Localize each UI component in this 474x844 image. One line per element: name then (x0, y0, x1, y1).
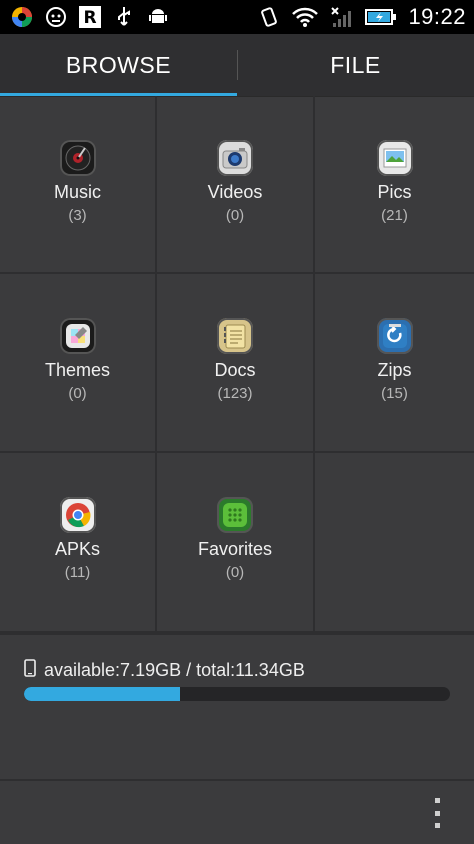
category-count: (0) (68, 385, 87, 402)
category-label: APKs (54, 539, 101, 559)
category-count: (15) (381, 385, 408, 402)
category-count: (21) (381, 207, 408, 224)
category-label: Zips (377, 360, 412, 380)
app-color-icon (9, 4, 35, 30)
camera-icon (217, 140, 253, 176)
chrome-icon (59, 497, 96, 533)
storage-progress-fill (24, 687, 180, 701)
category-pics[interactable]: Pics (21) (315, 96, 474, 274)
favorites-icon (217, 497, 253, 533)
category-label: Themes (44, 360, 111, 380)
storage-text: available:7.19GB / total:11.34GB (44, 660, 305, 680)
storage-info: available:7.19GB / total:11.34GB (24, 659, 305, 682)
zip-icon (376, 318, 413, 354)
category-grid: Music (3) Videos (0) Pics (21) Themes (0… (0, 96, 474, 633)
face-icon (43, 4, 69, 30)
category-label: Docs (214, 360, 256, 380)
category-count: (0) (225, 564, 245, 581)
music-icon (59, 140, 96, 176)
tab-divider (237, 50, 238, 80)
category-label: Favorites (197, 539, 273, 559)
bottom-bar (0, 779, 474, 844)
category-count: (3) (68, 207, 87, 224)
usb-icon (111, 4, 137, 30)
tab-browse[interactable]: BROWSE (0, 34, 237, 96)
category-zips[interactable]: Zips (15) (315, 274, 474, 453)
empty-cell (315, 453, 474, 633)
category-label: Videos (207, 182, 263, 202)
status-bar: R 19:22 (0, 0, 474, 34)
category-label: Pics (377, 182, 412, 202)
clock: 19:22 (408, 4, 466, 29)
tab-bar: BROWSE FILE (0, 34, 474, 97)
battery-charging-icon (364, 4, 398, 30)
overflow-menu-icon[interactable] (430, 798, 444, 828)
svg-text:R: R (83, 8, 96, 28)
android-debug-icon (145, 4, 171, 30)
r-app-icon: R (77, 4, 103, 30)
category-docs[interactable]: Docs (123) (157, 274, 315, 453)
storage-panel: available:7.19GB / total:11.34GB (0, 633, 474, 781)
storage-progress-bar (24, 687, 450, 701)
themes-icon (59, 318, 96, 354)
docs-icon (217, 318, 253, 354)
category-favorites[interactable]: Favorites (0) (157, 453, 315, 633)
tab-file[interactable]: FILE (237, 34, 474, 96)
category-count: (0) (225, 207, 245, 224)
category-label: Music (53, 182, 101, 202)
category-count: (123) (217, 385, 253, 402)
picture-icon (376, 140, 413, 176)
category-apks[interactable]: APKs (11) (0, 453, 157, 633)
category-count: (11) (64, 564, 91, 581)
category-videos[interactable]: Videos (0) (157, 96, 315, 274)
phone-storage-icon (24, 659, 36, 682)
no-signal-icon (328, 4, 354, 30)
wifi-icon (292, 4, 319, 30)
category-themes[interactable]: Themes (0) (0, 274, 157, 453)
category-music[interactable]: Music (3) (0, 96, 157, 274)
vibrate-icon (256, 4, 282, 30)
